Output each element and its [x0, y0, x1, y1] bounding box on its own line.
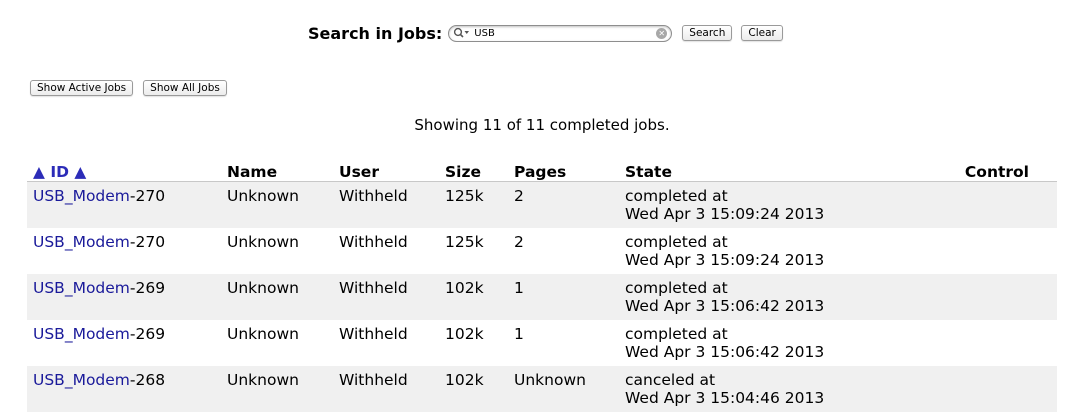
search-button[interactable]: Search	[682, 25, 733, 41]
table-row: USB_Modem-270 Unknown Withheld 125k 2 co…	[27, 181, 1057, 228]
job-size-cell: 125k	[439, 181, 508, 228]
job-name-cell: Unknown	[221, 274, 333, 320]
job-user-cell: Withheld	[333, 274, 439, 320]
table-row: USB_Modem-270 Unknown Withheld 125k 2 co…	[27, 228, 1057, 274]
job-state: completed at	[625, 187, 728, 205]
job-filter-buttons: Show Active Jobs Show All Jobs	[30, 80, 227, 96]
job-id-cell: USB_Modem-269	[27, 274, 221, 320]
job-name-cell: Unknown	[221, 181, 333, 228]
job-state-time: Wed Apr 3 15:06:42 2013	[625, 343, 825, 361]
header-id-sort[interactable]: ▲ ID ▲	[27, 160, 221, 182]
job-state-cell: completed at Wed Apr 3 15:09:24 2013	[619, 228, 925, 274]
job-state-time: Wed Apr 3 15:06:42 2013	[625, 297, 825, 315]
jobs-table: ▲ ID ▲ Name User Size Pages State Contro…	[27, 160, 1057, 412]
job-state: completed at	[625, 233, 728, 251]
job-pages-cell: 1	[508, 320, 619, 366]
job-state: completed at	[625, 279, 728, 297]
job-state: completed at	[625, 325, 728, 343]
job-control-cell	[925, 320, 1057, 366]
jobs-summary: Showing 11 of 11 completed jobs.	[414, 116, 670, 134]
job-number: -268	[129, 371, 166, 389]
search-input[interactable]	[471, 26, 645, 40]
printer-link[interactable]: USB_Modem	[33, 279, 130, 297]
job-id-cell: USB_Modem-270	[27, 228, 221, 274]
job-name-cell: Unknown	[221, 228, 333, 274]
job-name-cell: Unknown	[221, 366, 333, 412]
clear-button[interactable]: Clear	[741, 25, 783, 41]
job-state-time: Wed Apr 3 15:04:46 2013	[625, 389, 825, 407]
job-size-cell: 102k	[439, 366, 508, 412]
job-pages-cell: 2	[508, 181, 619, 228]
job-state-time: Wed Apr 3 15:09:24 2013	[625, 205, 825, 223]
job-id-cell: USB_Modem-269	[27, 320, 221, 366]
printer-link[interactable]: USB_Modem	[33, 233, 130, 251]
job-state-cell: completed at Wed Apr 3 15:06:42 2013	[619, 320, 925, 366]
job-number: -269	[129, 279, 166, 297]
table-header-row: ▲ ID ▲ Name User Size Pages State Contro…	[27, 160, 1057, 182]
job-size-cell: 125k	[439, 228, 508, 274]
header-control: Control	[925, 160, 1057, 182]
printer-link[interactable]: USB_Modem	[33, 187, 130, 205]
job-id-cell: USB_Modem-270	[27, 181, 221, 228]
job-state-cell: completed at Wed Apr 3 15:09:24 2013	[619, 181, 925, 228]
job-state-time: Wed Apr 3 15:09:24 2013	[625, 251, 825, 269]
job-number: -270	[129, 187, 166, 205]
table-row: USB_Modem-268 Unknown Withheld 102k Unkn…	[27, 366, 1057, 412]
header-user: User	[333, 160, 439, 182]
header-pages: Pages	[508, 160, 619, 182]
search-bar: Search in Jobs: ✕ Search Clear	[308, 21, 783, 45]
clear-search-icon[interactable]: ✕	[656, 27, 668, 39]
job-name-cell: Unknown	[221, 320, 333, 366]
job-user-cell: Withheld	[333, 181, 439, 228]
printer-link[interactable]: USB_Modem	[33, 371, 130, 389]
job-control-cell	[925, 228, 1057, 274]
job-size-cell: 102k	[439, 274, 508, 320]
job-size-cell: 102k	[439, 320, 508, 366]
header-name: Name	[221, 160, 333, 182]
job-number: -270	[129, 233, 166, 251]
show-active-jobs-button[interactable]: Show Active Jobs	[30, 80, 134, 96]
job-number: -269	[129, 325, 166, 343]
job-pages-cell: Unknown	[508, 366, 619, 412]
job-state: canceled at	[625, 371, 716, 389]
job-user-cell: Withheld	[333, 320, 439, 366]
magnifier-dropdown-icon[interactable]	[453, 26, 471, 40]
job-pages-cell: 1	[508, 274, 619, 320]
job-control-cell	[925, 181, 1057, 228]
search-label: Search in Jobs:	[308, 23, 443, 43]
job-pages-cell: 2	[508, 228, 619, 274]
header-size: Size	[439, 160, 508, 182]
job-state-cell: canceled at Wed Apr 3 15:04:46 2013	[619, 366, 925, 412]
job-control-cell	[925, 274, 1057, 320]
job-user-cell: Withheld	[333, 366, 439, 412]
show-all-jobs-button[interactable]: Show All Jobs	[143, 80, 227, 96]
printer-link[interactable]: USB_Modem	[33, 325, 130, 343]
job-id-cell: USB_Modem-268	[27, 366, 221, 412]
table-row: USB_Modem-269 Unknown Withheld 102k 1 co…	[27, 274, 1057, 320]
job-state-cell: completed at Wed Apr 3 15:06:42 2013	[619, 274, 925, 320]
search-field[interactable]: ✕	[448, 24, 673, 42]
job-control-cell	[925, 366, 1057, 412]
table-row: USB_Modem-269 Unknown Withheld 102k 1 co…	[27, 320, 1057, 366]
job-user-cell: Withheld	[333, 228, 439, 274]
header-state: State	[619, 160, 925, 182]
